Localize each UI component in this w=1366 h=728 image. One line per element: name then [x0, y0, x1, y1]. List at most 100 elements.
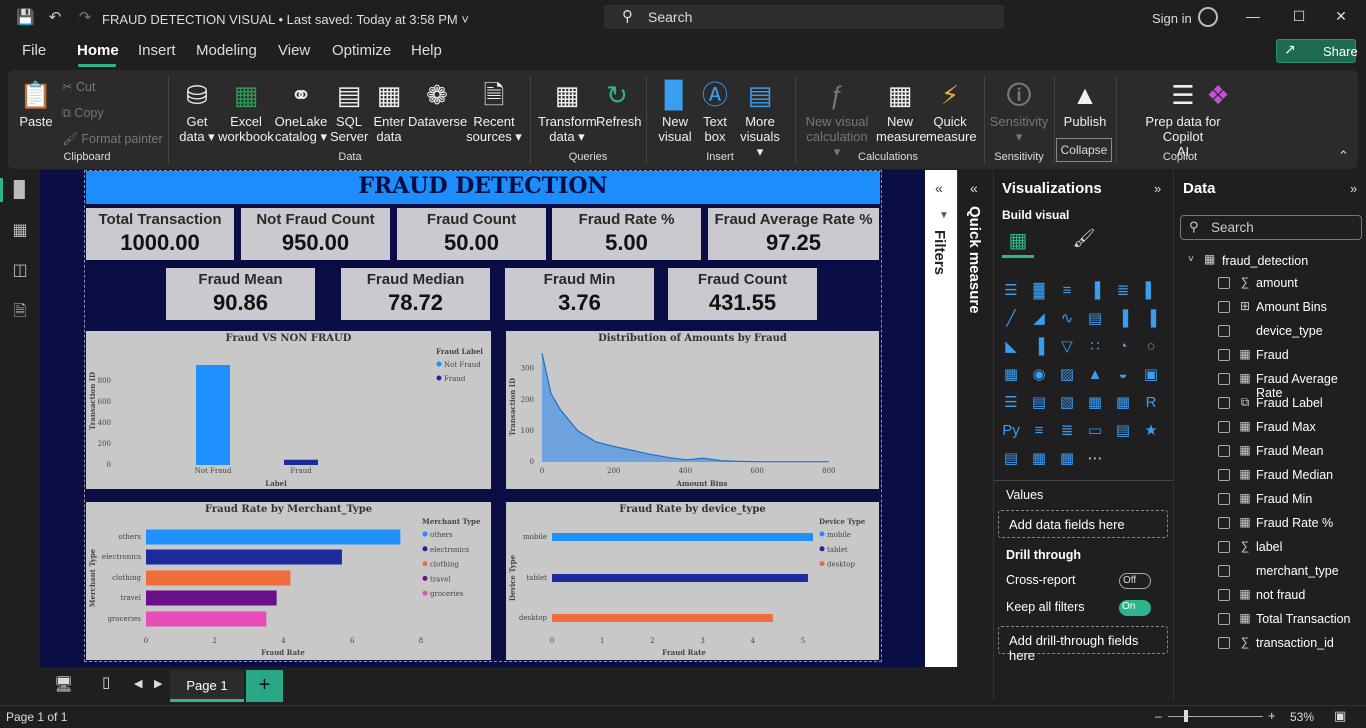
menu-insert[interactable]: Insert: [138, 42, 176, 59]
expand-icon[interactable]: «: [935, 180, 943, 196]
visual-type-icon[interactable]: ▌: [1140, 280, 1162, 302]
zoom-out-icon[interactable]: –: [1155, 709, 1162, 723]
visual-type-icon[interactable]: ▐: [1140, 308, 1162, 330]
avatar-icon[interactable]: [1198, 7, 1218, 27]
search-box[interactable]: ⚲ Search: [604, 5, 1004, 29]
dax-query-icon[interactable]: 🗎: [10, 300, 30, 320]
visual-type-icon[interactable]: ○: [1140, 336, 1162, 358]
field-item[interactable]: ▦ Fraud Average Rate: [1180, 368, 1365, 400]
visual-type-icon[interactable]: ╱: [1000, 308, 1022, 330]
field-item[interactable]: ⊞ Amount Bins: [1180, 296, 1365, 320]
field-item[interactable]: ▦ Fraud Min: [1180, 488, 1365, 512]
field-item[interactable]: device_type: [1180, 320, 1365, 344]
kpi-card[interactable]: Fraud Min 3.76: [505, 268, 654, 320]
field-checkbox[interactable]: [1218, 493, 1230, 505]
field-item[interactable]: ▦ Total Transaction: [1180, 608, 1365, 632]
field-checkbox[interactable]: [1218, 517, 1230, 529]
sign-in-link[interactable]: Sign in: [1152, 11, 1192, 26]
chart-amount-distribution[interactable]: Distribution of Amounts by Fraud 0 100 200 3…: [506, 331, 879, 489]
visual-type-icon[interactable]: ◒: [1112, 364, 1134, 386]
build-visual-tab-icon[interactable]: ▦: [1002, 228, 1034, 258]
refresh-button[interactable]: ↻ Refresh: [596, 78, 642, 129]
mobile-layout-icon[interactable]: ▯: [102, 673, 110, 691]
sql-server-button[interactable]: ▤ SQL Server: [330, 78, 368, 144]
field-item[interactable]: ▦ Fraud Median: [1180, 464, 1365, 488]
zoom-slider[interactable]: [1168, 716, 1263, 717]
field-item[interactable]: ∑ amount: [1180, 272, 1365, 296]
visual-type-icon[interactable]: ≡: [1028, 420, 1050, 442]
maximize-icon[interactable]: ☐: [1290, 8, 1308, 26]
kpi-card[interactable]: Fraud Count 50.00: [397, 208, 546, 260]
get-data-button[interactable]: ⛁ Get data ▾: [176, 78, 218, 144]
visual-type-icon[interactable]: ◢: [1028, 308, 1050, 330]
transform-data-button[interactable]: ▦ Transform data ▾: [538, 78, 597, 144]
enter-data-button[interactable]: ▦ Enter data: [370, 78, 408, 144]
field-checkbox[interactable]: [1218, 613, 1230, 625]
collapse-pane-icon[interactable]: »: [1154, 181, 1161, 196]
onelake-button[interactable]: ⚭ OneLake catalog ▾: [274, 78, 328, 144]
visual-type-icon[interactable]: ▐: [1028, 336, 1050, 358]
visual-type-icon[interactable]: ▭: [1084, 420, 1106, 442]
field-checkbox[interactable]: [1218, 637, 1230, 649]
format-painter-button[interactable]: 🖌 Format painter: [62, 132, 163, 147]
kpi-card[interactable]: Fraud Mean 90.86: [166, 268, 315, 320]
visual-type-icon[interactable]: ▤: [1000, 448, 1022, 470]
close-icon[interactable]: ✕: [1332, 8, 1350, 26]
field-checkbox[interactable]: [1218, 541, 1230, 553]
visual-type-icon[interactable]: ▤: [1112, 420, 1134, 442]
zoom-in-icon[interactable]: +: [1268, 708, 1276, 723]
field-checkbox[interactable]: [1218, 469, 1230, 481]
table-name[interactable]: fraud_detection: [1222, 254, 1308, 268]
collapse-pane-icon[interactable]: »: [1350, 181, 1357, 196]
filters-pane-collapsed[interactable]: « ▼ Filters: [925, 170, 957, 667]
menu-optimize[interactable]: Optimize: [332, 42, 391, 59]
field-item[interactable]: ⧉ Fraud Label: [1180, 392, 1365, 416]
quick-measure-pane-collapsed[interactable]: « Quick measure: [957, 170, 993, 667]
visual-type-icon[interactable]: ★: [1140, 420, 1162, 442]
visual-type-icon[interactable]: Py: [1000, 420, 1022, 442]
paste-button[interactable]: 📋 Paste: [16, 78, 56, 129]
visual-type-icon[interactable]: ⋯: [1084, 448, 1106, 470]
quick-measure-button[interactable]: ⚡ Quick measure: [926, 78, 977, 144]
visual-type-icon[interactable]: ▓: [1028, 280, 1050, 302]
more-visuals-button[interactable]: ▤ More visuals ▾: [736, 78, 784, 159]
file-title[interactable]: FRAUD DETECTION VISUAL • Last saved: Tod…: [102, 12, 469, 27]
visual-type-icon[interactable]: ▦: [1112, 392, 1134, 414]
excel-workbook-button[interactable]: ▦ Excel workbook: [218, 78, 274, 144]
visual-type-icon[interactable]: ▐: [1112, 308, 1134, 330]
visual-type-icon[interactable]: ☰: [1000, 392, 1022, 414]
field-checkbox[interactable]: [1218, 565, 1230, 577]
visual-type-icon[interactable]: ≣: [1056, 420, 1078, 442]
save-icon[interactable]: 💾: [16, 9, 35, 27]
visual-type-icon[interactable]: ∿: [1056, 308, 1078, 330]
desktop-layout-icon[interactable]: 🖥: [54, 675, 73, 693]
visual-type-icon[interactable]: ▐: [1084, 280, 1106, 302]
page-tab[interactable]: Page 1: [170, 670, 244, 702]
fit-to-page-icon[interactable]: ▣: [1334, 708, 1346, 724]
field-checkbox[interactable]: [1218, 373, 1230, 385]
field-checkbox[interactable]: [1218, 277, 1230, 289]
visual-type-icon[interactable]: ▦: [1000, 364, 1022, 386]
field-item[interactable]: ▦ Fraud: [1180, 344, 1365, 368]
visual-type-icon[interactable]: ▲: [1084, 364, 1106, 386]
minimize-icon[interactable]: —: [1244, 8, 1262, 26]
field-item[interactable]: merchant_type: [1180, 560, 1365, 584]
kpi-card[interactable]: Fraud Count 431.55: [668, 268, 817, 320]
visual-type-icon[interactable]: ≡: [1056, 280, 1078, 302]
visual-type-icon[interactable]: ▨: [1056, 364, 1078, 386]
visual-type-icon[interactable]: ∷: [1084, 336, 1106, 358]
visual-type-icon[interactable]: ▤: [1084, 308, 1106, 330]
dataverse-button[interactable]: ❁ Dataverse: [408, 78, 467, 129]
recent-sources-button[interactable]: 🗎 Recent sources ▾: [466, 78, 522, 144]
visual-type-icon[interactable]: ▦: [1084, 392, 1106, 414]
kpi-card[interactable]: Fraud Median 78.72: [341, 268, 490, 320]
report-view-icon[interactable]: ▉: [10, 180, 30, 200]
kpi-card[interactable]: Fraud Rate % 5.00: [552, 208, 701, 260]
visual-type-icon[interactable]: ▣: [1140, 364, 1162, 386]
add-page-button[interactable]: +: [246, 670, 283, 702]
field-checkbox[interactable]: [1218, 349, 1230, 361]
menu-file[interactable]: File: [22, 42, 46, 59]
field-item[interactable]: ▦ Fraud Rate %: [1180, 512, 1365, 536]
field-item[interactable]: ∑ label: [1180, 536, 1365, 560]
values-drop-zone[interactable]: Add data fields here: [998, 510, 1168, 538]
